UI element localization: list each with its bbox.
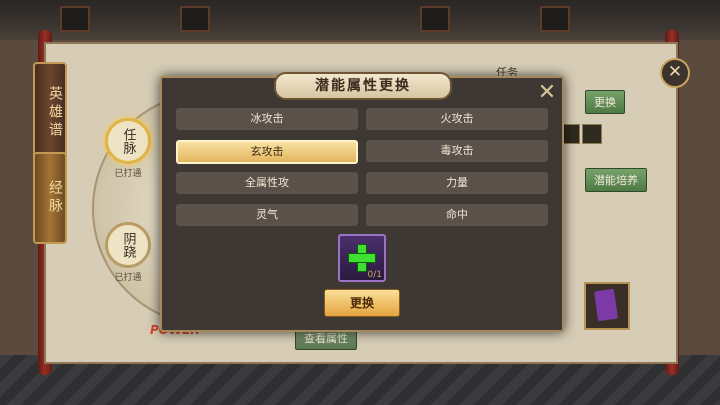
potential-attribute-dialog: 潜能属性更换 ✕ 冰攻击 火攻击 玄攻击 毒攻击 全属性攻 力量 灵气 命中 0…	[160, 72, 564, 332]
replace-button[interactable]: 更换	[585, 90, 625, 114]
node-name: 阴跷	[105, 222, 151, 268]
attribute-slot	[582, 124, 602, 144]
window-decoration	[540, 6, 570, 32]
dialog-close-icon[interactable]: ✕	[536, 82, 558, 104]
node-status: 已打通	[114, 169, 142, 179]
option-fire-attack[interactable]: 火攻击	[366, 108, 548, 130]
tab-meridian[interactable]: 经脉	[33, 152, 67, 244]
option-spirit[interactable]: 灵气	[176, 204, 358, 226]
option-poison-attack[interactable]: 毒攻击	[366, 140, 548, 162]
option-strength[interactable]: 力量	[366, 172, 548, 194]
meridian-node-yinqiao[interactable]: 阴跷 已打通	[105, 222, 151, 283]
window-decoration	[60, 6, 90, 32]
tab-hero-list[interactable]: 英雄谱	[33, 62, 67, 164]
background-building	[0, 0, 720, 40]
item-slot[interactable]: 0/1	[338, 234, 386, 282]
option-all-attr-attack[interactable]: 全属性攻	[176, 172, 358, 194]
option-xuan-attack[interactable]: 玄攻击	[176, 140, 358, 164]
item-count: 0/1	[367, 270, 382, 280]
meridian-node-ren[interactable]: 任脉 已打通	[105, 118, 151, 179]
option-ice-attack[interactable]: 冰攻击	[176, 108, 358, 130]
potential-train-button[interactable]: 潜能培养	[585, 168, 647, 192]
close-icon[interactable]: ✕	[660, 58, 690, 88]
window-decoration	[420, 6, 450, 32]
plus-icon-bar	[348, 253, 376, 263]
node-name: 任脉	[105, 118, 151, 164]
skill-book-icon[interactable]	[584, 282, 630, 330]
confirm-replace-button[interactable]: 更换	[324, 289, 400, 317]
window-decoration	[180, 6, 210, 32]
node-status: 已打通	[114, 273, 142, 283]
option-accuracy[interactable]: 命中	[366, 204, 548, 226]
dialog-title: 潜能属性更换	[274, 72, 452, 100]
